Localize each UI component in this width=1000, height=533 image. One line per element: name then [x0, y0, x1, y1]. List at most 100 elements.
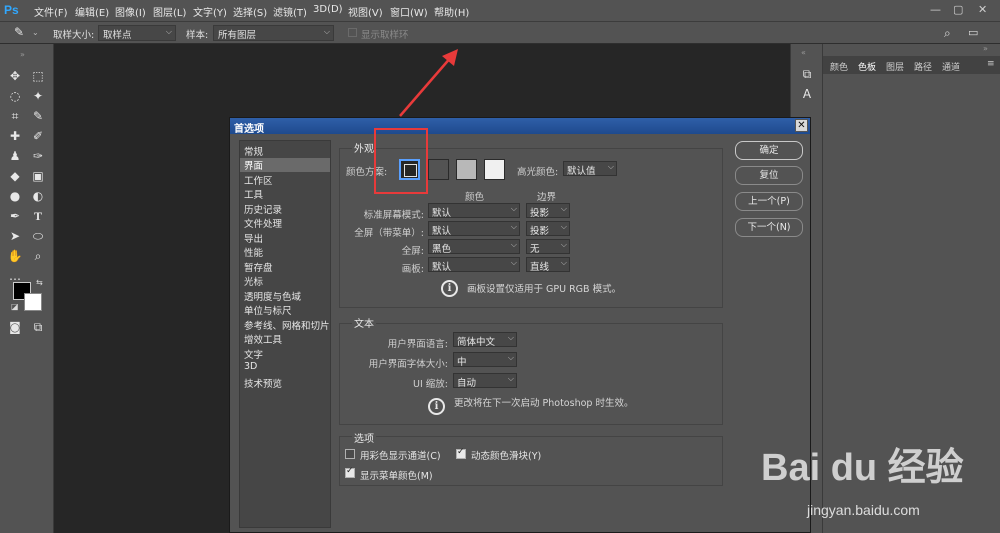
window-close-button[interactable]: ✕ — [978, 3, 987, 16]
category-technology-previews[interactable]: 技术预览 — [244, 376, 282, 390]
category-scratch-disks[interactable]: 暂存盘 — [244, 260, 273, 274]
pen-tool-icon[interactable]: ✒ — [7, 208, 23, 224]
sample-size-select[interactable]: 取样点 ⌵ — [98, 25, 176, 41]
fullscreen-menus-color-select[interactable]: 默认 ⌵ — [428, 221, 520, 237]
menu-help[interactable]: 帮助(H) — [434, 4, 469, 19]
menu-view[interactable]: 视图(V) — [348, 4, 383, 19]
zoom-tool-icon[interactable]: ⌕ — [30, 248, 46, 264]
category-tools[interactable]: 工具 — [244, 187, 263, 201]
healing-brush-tool-icon[interactable]: ✚ — [7, 128, 23, 144]
eyedropper-tool-icon[interactable]: ✎ — [30, 108, 46, 124]
theme-swatch-dark[interactable] — [428, 159, 449, 180]
menu-edit[interactable]: 编辑(E) — [75, 4, 109, 19]
fullscreen-menus-border-select[interactable]: 投影 ⌵ — [526, 221, 570, 237]
marquee-tool-icon[interactable]: ⬚ — [30, 68, 46, 84]
ui-scale-select[interactable]: 自动 ⌵ — [453, 373, 517, 389]
category-transparency-gamut[interactable]: 透明度与色域 — [244, 289, 301, 303]
theme-swatch-lightest[interactable] — [484, 159, 505, 180]
fullscreen-border-select[interactable]: 无 ⌵ — [526, 239, 570, 255]
highlight-color-select[interactable]: 默认值 ⌵ — [563, 161, 617, 177]
prev-button[interactable]: 上一个(P) — [735, 192, 803, 211]
history-brush-tool-icon[interactable]: ✑ — [30, 148, 46, 164]
swap-colors-icon[interactable]: ⇆ — [36, 278, 43, 287]
menu-colors-checkbox[interactable] — [345, 466, 355, 478]
menu-3d[interactable]: 3D(D) — [313, 4, 343, 15]
artboard-color-select[interactable]: 默认 ⌵ — [428, 257, 520, 273]
move-tool-icon[interactable]: ✥ — [7, 68, 23, 84]
character-icon[interactable]: A — [799, 86, 815, 102]
chevron-down-icon[interactable]: ⌄ — [32, 28, 39, 37]
menu-select[interactable]: 选择(S) — [233, 4, 267, 19]
brush-tool-icon[interactable]: ✐ — [30, 128, 46, 144]
color-channels-checkbox[interactable] — [345, 449, 355, 459]
artboard-border-select[interactable]: 直线 ⌵ — [526, 257, 570, 273]
category-workspace[interactable]: 工作区 — [244, 173, 273, 187]
category-export[interactable]: 导出 — [244, 231, 263, 245]
gradient-tool-icon[interactable]: ▣ — [30, 168, 46, 184]
panel-menu-icon[interactable]: ≡ — [987, 59, 995, 69]
dialog-titlebar[interactable]: 首选项 ✕ — [230, 118, 810, 135]
ui-language-select[interactable]: 简体中文 ⌵ — [453, 332, 517, 348]
standard-screen-color-select[interactable]: 默认 ⌵ — [428, 203, 520, 219]
menu-filter[interactable]: 滤镜(T) — [273, 4, 307, 19]
ok-button[interactable]: 确定 — [735, 141, 803, 160]
sample-select[interactable]: 所有图层 ⌵ — [213, 25, 334, 41]
tab-color[interactable]: 颜色 — [830, 60, 848, 73]
menu-image[interactable]: 图像(I) — [115, 4, 146, 19]
eraser-tool-icon[interactable]: ◆ — [7, 168, 23, 184]
ellipse-tool-icon[interactable]: ⬭ — [30, 228, 46, 244]
watermark-url: jingyan.baidu.com — [807, 502, 920, 518]
next-button[interactable]: 下一个(N) — [735, 218, 803, 237]
screen-mode-icon[interactable]: ⧉ — [30, 319, 46, 335]
hand-tool-icon[interactable]: ✋ — [7, 248, 23, 264]
menu-layer[interactable]: 图层(L) — [153, 4, 186, 19]
category-plugins[interactable]: 增效工具 — [244, 332, 282, 346]
search-icon[interactable]: ⌕ — [944, 26, 951, 41]
maximize-button[interactable]: ▢ — [953, 3, 963, 16]
tab-paths[interactable]: 路径 — [914, 60, 932, 73]
dialog-close-button[interactable]: ✕ — [795, 119, 808, 132]
collapse-icon[interactable]: » — [983, 44, 988, 53]
menu-file[interactable]: 文件(F) — [34, 4, 68, 19]
tab-channels[interactable]: 通道 — [942, 60, 960, 73]
magic-wand-tool-icon[interactable]: ✦ — [30, 88, 46, 104]
default-colors-icon[interactable]: ◪ — [11, 302, 19, 311]
category-interface[interactable]: 界面 — [240, 158, 330, 172]
theme-swatch-light[interactable] — [456, 159, 477, 180]
crop-tool-icon[interactable]: ⌗ — [7, 108, 23, 124]
standard-screen-border-select[interactable]: 投影 ⌵ — [526, 203, 570, 219]
background-color-swatch[interactable] — [24, 293, 42, 311]
show-sampling-ring-checkbox[interactable] — [348, 28, 357, 37]
blur-tool-icon[interactable]: ● — [7, 188, 23, 204]
menu-type[interactable]: 文字(Y) — [193, 4, 227, 19]
fullscreen-color-select[interactable]: 黑色 ⌵ — [428, 239, 520, 255]
quick-mask-icon[interactable]: ◙ — [7, 319, 23, 335]
menu-window[interactable]: 窗口(W) — [390, 4, 428, 19]
category-file-handling[interactable]: 文件处理 — [244, 216, 282, 230]
eyedropper-icon[interactable]: ✎ — [14, 25, 24, 39]
collapse-icon[interactable]: » — [20, 50, 25, 59]
path-selection-tool-icon[interactable]: ➤ — [7, 228, 23, 244]
dynamic-sliders-checkbox[interactable] — [456, 447, 466, 459]
category-guides-grid-slices[interactable]: 参考线、网格和切片 — [244, 318, 330, 332]
category-type[interactable]: 文字 — [244, 347, 263, 361]
lasso-tool-icon[interactable]: ◌ — [7, 88, 23, 104]
category-general[interactable]: 常规 — [244, 144, 263, 158]
collapse-icon[interactable]: « — [801, 48, 806, 57]
type-tool-icon[interactable]: T — [30, 208, 46, 224]
ui-font-size-select[interactable]: 中 ⌵ — [453, 352, 517, 368]
dodge-tool-icon[interactable]: ◐ — [30, 188, 46, 204]
libraries-icon[interactable]: ⧉ — [799, 66, 815, 82]
text-group-title: 文本 — [352, 315, 376, 330]
tab-swatches[interactable]: 色板 — [851, 56, 881, 74]
reset-button[interactable]: 复位 — [735, 166, 803, 185]
category-history-log[interactable]: 历史记录 — [244, 202, 282, 216]
category-units-rulers[interactable]: 单位与标尺 — [244, 303, 292, 317]
category-performance[interactable]: 性能 — [244, 245, 263, 259]
workspace-icon[interactable]: ▭ — [968, 26, 978, 39]
tab-layers[interactable]: 图层 — [886, 60, 904, 73]
category-3d[interactable]: 3D — [244, 361, 257, 372]
minimize-button[interactable]: — — [930, 3, 941, 16]
category-cursors[interactable]: 光标 — [244, 274, 263, 288]
clone-stamp-tool-icon[interactable]: ♟ — [7, 148, 23, 164]
